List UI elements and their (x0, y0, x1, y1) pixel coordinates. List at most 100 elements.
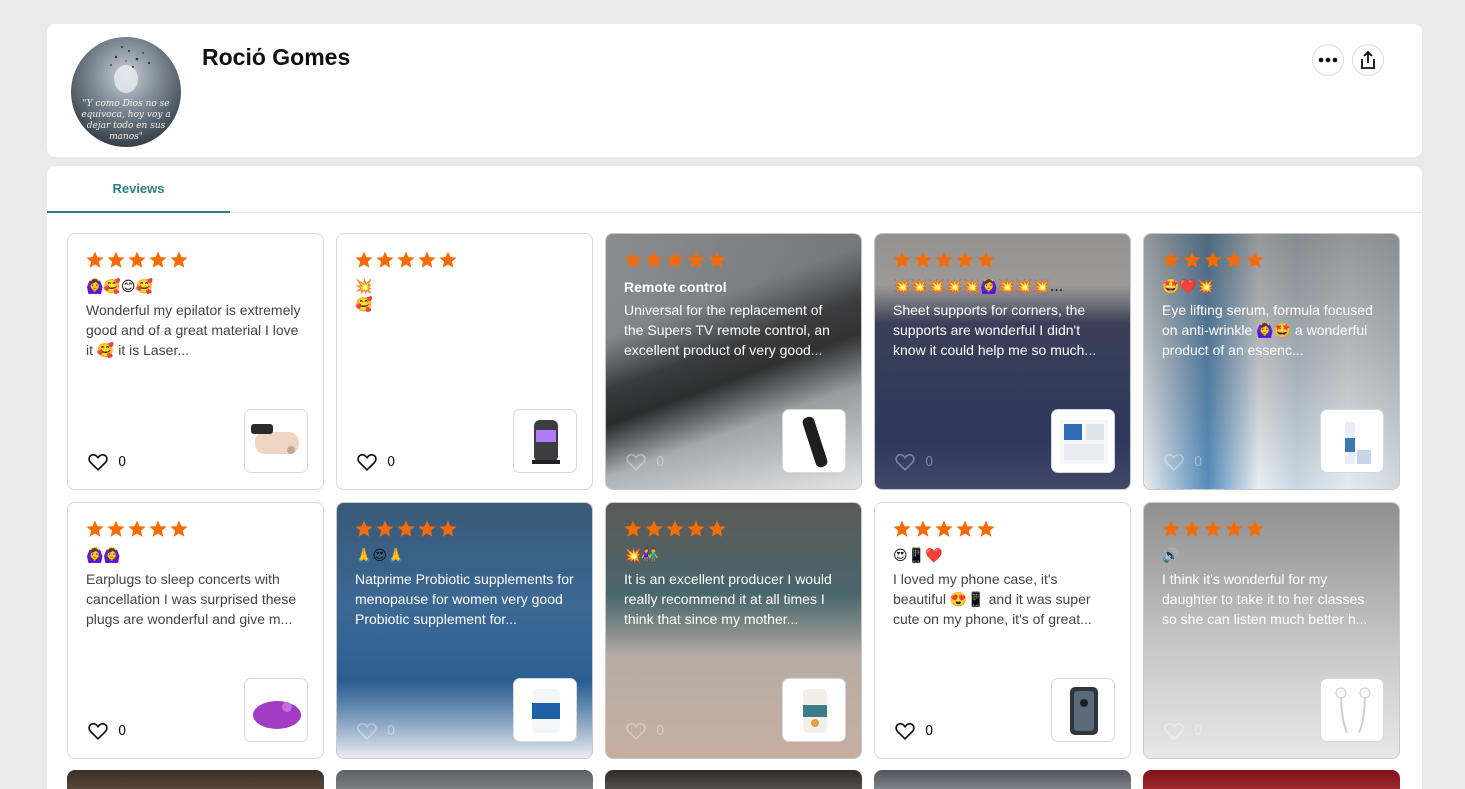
like-button[interactable]: 0 (87, 720, 126, 742)
star-icon (418, 520, 436, 537)
review-text: Sheet supports for corners, the supports… (893, 302, 1097, 358)
review-emojis: 🙆‍♀️🥰😊🥰 (86, 279, 153, 295)
review-card[interactable]: 💥💥💥💥💥🙆‍♀️💥💥💥... Sheet supports for corner… (874, 233, 1131, 490)
review-card[interactable]: Remote control Universal for the replacem… (605, 233, 862, 490)
review-card[interactable]: 🙆‍♀️🥰😊🥰 Wonderful my epilator is extremel… (67, 233, 324, 490)
review-card-partial[interactable] (336, 770, 593, 789)
like-count: 0 (118, 723, 127, 739)
star-icon (666, 251, 684, 268)
heart-icon (895, 722, 915, 740)
like-count: 0 (656, 723, 665, 739)
share-icon (1361, 50, 1375, 69)
more-dots-icon (1318, 57, 1338, 63)
review-card[interactable]: 😍📱❤️ I loved my phone case, it's beautifu… (874, 502, 1131, 759)
star-rating (892, 250, 996, 270)
review-card[interactable]: 🤩❤️💥 Eye lifting serum, formula focused o… (1143, 233, 1400, 490)
product-image (1070, 687, 1098, 735)
review-card-partial[interactable] (1143, 770, 1400, 789)
product-thumbnail[interactable] (782, 678, 846, 742)
like-count: 0 (925, 454, 934, 470)
review-emojis: 😍📱❤️ (893, 548, 943, 564)
review-emojis: 🔊 (1162, 548, 1180, 564)
review-card[interactable]: 💥👫 It is an excellent producer I would re… (605, 502, 862, 759)
heart-icon (626, 453, 646, 471)
star-icon (376, 251, 394, 268)
star-icon (86, 251, 104, 268)
product-thumbnail[interactable] (244, 678, 308, 742)
review-text: I think it's wonderful for my daughter t… (1162, 571, 1368, 627)
review-emojis: 🤩❤️💥 (1162, 279, 1215, 295)
star-icon (1204, 520, 1222, 537)
star-icon (170, 251, 188, 268)
star-icon (1225, 520, 1243, 537)
review-text: Earplugs to sleep concerts with cancella… (86, 571, 297, 627)
product-thumbnail[interactable] (1320, 678, 1384, 742)
star-icon (624, 251, 642, 268)
review-text: Wonderful my epilator is extremely good … (86, 302, 301, 358)
star-icon (1162, 251, 1180, 268)
product-thumbnail[interactable] (513, 409, 577, 473)
heart-icon (1164, 453, 1184, 471)
review-card[interactable]: 🙏😍🙏 Natprime Probiotic supplements for me… (336, 502, 593, 759)
star-icon (1183, 251, 1201, 268)
like-button[interactable]: 0 (625, 720, 664, 742)
star-icon (149, 251, 167, 268)
star-icon (376, 520, 394, 537)
review-emojis: 💥 🥰 (355, 279, 373, 313)
product-thumbnail[interactable] (1051, 678, 1115, 742)
product-thumbnail[interactable] (244, 409, 308, 473)
product-image (532, 689, 560, 733)
like-button[interactable]: 0 (356, 451, 395, 473)
star-rating (354, 519, 458, 539)
star-icon (355, 251, 373, 268)
star-icon (914, 520, 932, 537)
star-icon (956, 251, 974, 268)
star-rating (85, 250, 189, 270)
star-icon (439, 251, 457, 268)
product-thumbnail[interactable] (513, 678, 577, 742)
star-rating (85, 519, 189, 539)
like-button[interactable]: 0 (1163, 720, 1202, 742)
star-icon (645, 520, 663, 537)
like-count: 0 (118, 454, 127, 470)
review-card-partial[interactable] (874, 770, 1131, 789)
avatar[interactable]: "Y como Dios no se equivoca, hoy voy a d… (71, 37, 181, 147)
star-icon (418, 251, 436, 268)
star-icon (893, 520, 911, 537)
star-icon (956, 520, 974, 537)
star-icon (893, 251, 911, 268)
like-button[interactable]: 0 (625, 451, 664, 473)
like-button[interactable]: 0 (894, 451, 933, 473)
star-icon (687, 520, 705, 537)
product-thumbnail[interactable] (1051, 409, 1115, 473)
star-rating (354, 250, 458, 270)
like-button[interactable]: 0 (894, 720, 933, 742)
like-button[interactable]: 0 (356, 720, 395, 742)
star-icon (170, 520, 188, 537)
review-card[interactable]: 💥 🥰 0 (336, 233, 593, 490)
star-rating (1161, 250, 1265, 270)
more-options-button[interactable] (1312, 44, 1344, 76)
like-button[interactable]: 0 (1163, 451, 1202, 473)
star-icon (977, 251, 995, 268)
share-button[interactable] (1352, 44, 1384, 76)
star-icon (355, 520, 373, 537)
heart-icon (357, 453, 377, 471)
avatar-quote: "Y como Dios no se equivoca, hoy voy a d… (81, 99, 171, 142)
profile-header: "Y como Dios no se equivoca, hoy voy a d… (47, 24, 1422, 157)
review-card-partial[interactable] (605, 770, 862, 789)
tab-reviews[interactable]: Reviews (47, 166, 230, 213)
product-image (251, 424, 299, 454)
like-button[interactable]: 0 (87, 451, 126, 473)
star-rating (623, 250, 727, 270)
star-icon (624, 520, 642, 537)
star-icon (128, 251, 146, 268)
heart-icon (895, 453, 915, 471)
review-card[interactable]: 🔊 I think it's wonderful for my daughter … (1143, 502, 1400, 759)
review-card-partial[interactable] (67, 770, 324, 789)
review-card[interactable]: 🙆‍♀️🙆‍♀️ Earplugs to sleep concerts with … (67, 502, 324, 759)
like-count: 0 (925, 723, 934, 739)
product-thumbnail[interactable] (782, 409, 846, 473)
product-thumbnail[interactable] (1320, 409, 1384, 473)
like-count: 0 (1194, 454, 1203, 470)
